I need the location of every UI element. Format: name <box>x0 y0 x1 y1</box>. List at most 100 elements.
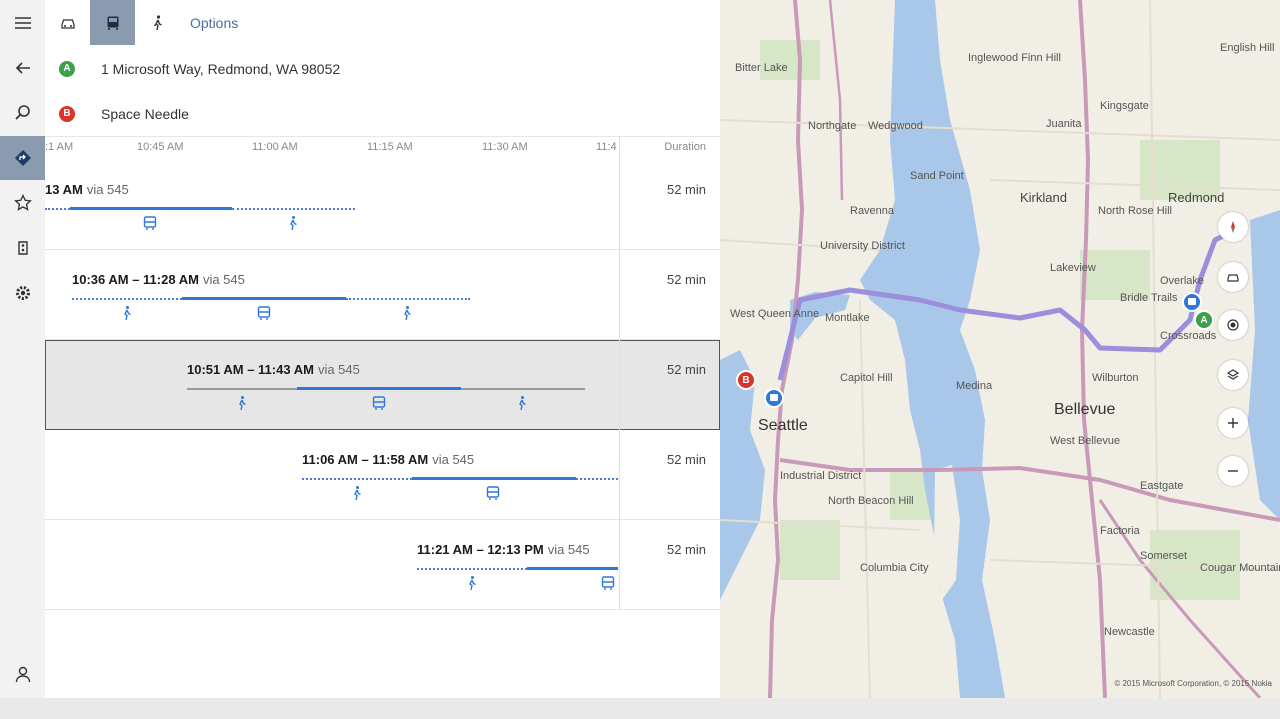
route-via: via 545 <box>317 362 360 377</box>
bus-segment <box>182 297 346 300</box>
transit-mode-button[interactable] <box>90 0 135 45</box>
bus-icon <box>143 216 157 230</box>
start-address[interactable]: 1 Microsoft Way, Redmond, WA 98052 <box>101 61 340 77</box>
drive-mode-button[interactable] <box>45 0 90 45</box>
plus-icon <box>1228 418 1238 428</box>
time-tick: :1 AM <box>45 141 74 153</box>
route-via: via 545 <box>432 452 475 467</box>
map-label: Bridle Trails <box>1120 292 1178 304</box>
map-view[interactable]: Bitter Lake Northgate Wedgwood Universit… <box>720 0 1280 698</box>
gear-icon <box>15 286 30 300</box>
zoom-in-button[interactable] <box>1218 408 1248 438</box>
traffic-button[interactable] <box>0 226 45 270</box>
map-layers-button[interactable] <box>1218 360 1248 390</box>
route-via: via 545 <box>202 272 245 287</box>
map-drive-button[interactable] <box>1218 262 1248 292</box>
walk-segment <box>417 568 527 570</box>
map-label: Factoria <box>1100 525 1140 537</box>
back-button[interactable] <box>0 46 45 90</box>
account-button[interactable] <box>0 652 45 696</box>
settings-button[interactable] <box>0 271 45 315</box>
search-button[interactable] <box>0 91 45 135</box>
directions-icon <box>14 150 31 166</box>
map-label: Bitter Lake <box>735 62 788 74</box>
map-label-city: Bellevue <box>1054 401 1116 418</box>
walk-segment <box>45 208 70 210</box>
route-time: 11:21 AM – 12:13 PM via 545 <box>417 542 590 557</box>
nav-rail <box>0 0 45 698</box>
route-time-range: 10:36 AM – 11:28 AM <box>72 272 199 287</box>
route-duration: 52 min <box>666 362 706 377</box>
route-time-range: 10:51 AM – 11:43 AM <box>187 362 314 377</box>
waypoint-a-marker: A <box>59 60 75 77</box>
bus-segment <box>527 567 618 570</box>
walk-icon <box>354 486 361 501</box>
time-tick: 10:45 AM <box>137 141 184 153</box>
map-label: West Queen Anne <box>730 308 820 320</box>
map-label: Wedgwood <box>868 120 923 132</box>
bus-icon <box>601 576 615 590</box>
map-label: Ravenna <box>850 205 895 217</box>
favorites-button[interactable] <box>0 181 45 225</box>
route-via: via 545 <box>86 182 129 197</box>
map-label: Columbia City <box>860 562 929 574</box>
walk-icon <box>519 396 526 411</box>
map-label: Industrial District <box>780 470 862 482</box>
location-icon <box>1227 319 1239 331</box>
start-waypoint[interactable]: A 1 Microsoft Way, Redmond, WA 98052 <box>45 46 720 91</box>
bus-segment <box>297 387 461 390</box>
walk-segment <box>461 388 585 390</box>
bus-icon <box>1188 298 1196 305</box>
map-canvas <box>720 0 1280 698</box>
route-time: 13 AM via 545 <box>45 182 129 197</box>
end-address[interactable]: Space Needle <box>101 106 189 122</box>
layers-icon <box>1226 369 1240 380</box>
route-duration: 52 min <box>666 452 706 467</box>
bus-segment <box>70 207 232 210</box>
time-tick: 11:30 AM <box>482 141 528 153</box>
directions-button[interactable] <box>0 136 45 180</box>
compass-icon <box>1231 221 1235 233</box>
route-time: 11:06 AM – 11:58 AM via 545 <box>302 452 474 467</box>
map-label: Overlake <box>1160 275 1205 287</box>
person-icon <box>15 666 30 683</box>
bus-icon <box>486 486 500 500</box>
walk-mode-button[interactable] <box>135 0 180 45</box>
compass-button[interactable] <box>1218 212 1248 242</box>
map-label: Wilburton <box>1092 372 1139 384</box>
map-label-city: Kirkland <box>1020 190 1067 205</box>
map-label: English Hill <box>1220 42 1275 54</box>
transit-stop-pin[interactable] <box>764 388 784 408</box>
walk-icon <box>290 216 297 231</box>
transit-stop-pin[interactable] <box>1182 292 1202 312</box>
origin-pin[interactable]: A <box>1194 310 1214 330</box>
time-tick: 11:15 AM <box>367 141 413 153</box>
my-location-button[interactable] <box>1218 310 1248 340</box>
map-label: Lakeview <box>1050 262 1096 274</box>
map-label: Eastgate <box>1140 480 1184 492</box>
walk-segment <box>232 208 355 210</box>
back-arrow-icon <box>15 62 30 74</box>
map-label: Medina <box>956 380 993 392</box>
map-label: Kingsgate <box>1100 100 1149 112</box>
bus-icon <box>257 306 271 320</box>
bus-icon <box>107 16 118 30</box>
route-time: 10:51 AM – 11:43 AM via 545 <box>187 362 360 377</box>
route-duration: 52 min <box>666 542 706 557</box>
map-label: Newcastle <box>1104 626 1155 638</box>
map-label: Juanita <box>1046 118 1082 130</box>
destination-pin[interactable]: B <box>736 370 756 390</box>
end-waypoint[interactable]: B Space Needle <box>45 91 720 136</box>
bus-icon <box>770 394 778 401</box>
minus-icon <box>1228 470 1238 472</box>
route-time-range: 13 AM <box>45 182 83 197</box>
options-link[interactable]: Options <box>190 15 238 31</box>
route-time-range: 11:06 AM – 11:58 AM <box>302 452 429 467</box>
map-label: North Beacon Hill <box>828 495 914 507</box>
menu-button[interactable] <box>0 1 45 45</box>
zoom-out-button[interactable] <box>1218 456 1248 486</box>
duration-divider <box>619 136 620 610</box>
bus-segment <box>412 477 576 480</box>
taskbar-strip <box>0 698 1280 719</box>
map-label: North Rose Hill <box>1098 205 1172 217</box>
